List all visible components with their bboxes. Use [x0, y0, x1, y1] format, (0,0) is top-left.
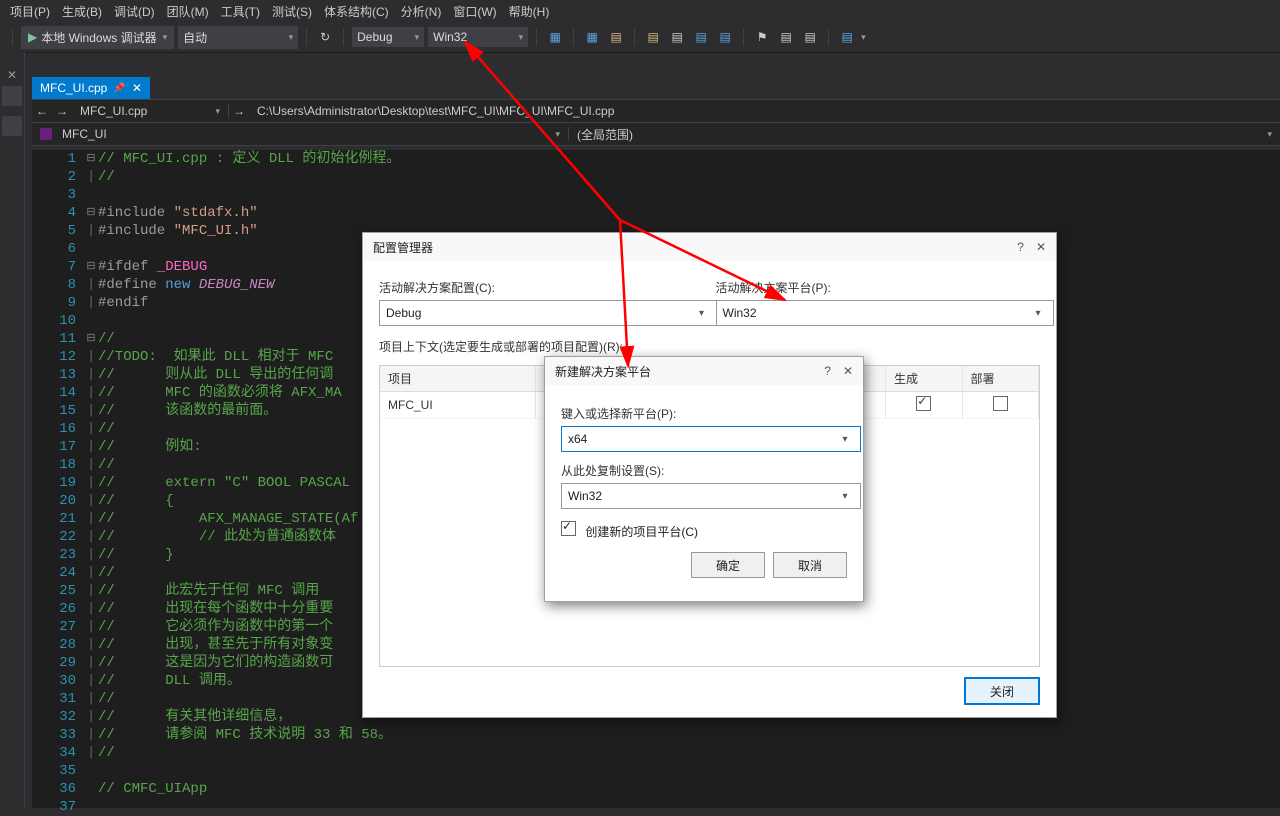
- code-line: 2│//: [32, 168, 1280, 186]
- copy-from-combo[interactable]: Win32 ▾: [561, 483, 861, 509]
- play-icon: ▶: [28, 30, 37, 44]
- active-config-combo[interactable]: Debug ▾: [379, 300, 718, 326]
- menu-item[interactable]: 体系结构(C): [318, 1, 395, 22]
- close-tab-icon[interactable]: ✕: [132, 81, 142, 95]
- tb-icon-8[interactable]: ▤: [776, 27, 796, 47]
- new-platform-label: 键入或选择新平台(P):: [561, 405, 847, 422]
- dialog-title: 新建解决方案平台: [555, 363, 651, 380]
- pin-icon[interactable]: 📌: [113, 83, 125, 94]
- start-debugger-button[interactable]: ▶ 本地 Windows 调试器 ▾: [21, 26, 174, 49]
- tb-icon-5[interactable]: ▤: [667, 27, 687, 47]
- nav-fwd-icon[interactable]: →: [52, 104, 72, 118]
- project-icon: [40, 128, 52, 140]
- refresh-icon[interactable]: ↻: [315, 27, 335, 47]
- active-platform-label: 活动解决方案平台(P):: [716, 279, 1041, 296]
- menu-item[interactable]: 测试(S): [266, 1, 318, 22]
- create-project-platform-checkbox[interactable]: [561, 521, 576, 536]
- nav-back-icon[interactable]: ←: [32, 104, 52, 118]
- menu-item[interactable]: 团队(M): [161, 1, 215, 22]
- nav-file-left[interactable]: MFC_UI.cpp ▾: [72, 104, 229, 118]
- close-panel-icon[interactable]: ✕: [0, 60, 24, 82]
- create-project-platform-label: 创建新的项目平台(C): [585, 525, 698, 539]
- menu-item[interactable]: 生成(B): [56, 1, 108, 22]
- new-platform-combo[interactable]: x64 ▾: [561, 426, 861, 452]
- close-icon[interactable]: ✕: [1036, 240, 1046, 254]
- config-combo[interactable]: Debug▾: [352, 27, 424, 47]
- left-tool-strip: ✕: [0, 52, 25, 808]
- code-line: 4⊟#include "stdafx.h": [32, 204, 1280, 222]
- code-line: 37: [32, 798, 1280, 816]
- chevron-down-icon: ▾: [836, 430, 854, 448]
- chevron-down-icon: ▾: [693, 304, 711, 322]
- menu-bar: 项目(P)生成(B)调试(D)团队(M)工具(T)测试(S)体系结构(C)分析(…: [0, 0, 1280, 22]
- dialog-title: 配置管理器: [373, 239, 433, 256]
- tb-icon-7[interactable]: ▤: [715, 27, 735, 47]
- tb-icon-4[interactable]: ▤: [643, 27, 663, 47]
- code-line: 34│//: [32, 744, 1280, 762]
- col-deploy[interactable]: 部署: [962, 366, 1039, 392]
- build-checkbox[interactable]: [916, 396, 931, 411]
- nav-scope-selector[interactable]: (全局范围) ▾: [569, 126, 1280, 143]
- tb-icon-6[interactable]: ▤: [691, 27, 711, 47]
- debugger-label: 本地 Windows 调试器: [41, 29, 156, 46]
- navigation-bars: ← → MFC_UI.cpp ▾ → C:\Users\Administrato…: [32, 99, 1280, 146]
- code-line: 3: [32, 186, 1280, 204]
- tb-icon-9[interactable]: ▤: [800, 27, 820, 47]
- close-icon[interactable]: ✕: [843, 364, 853, 378]
- document-tabbar: MFC_UI.cpp 📌 ✕: [0, 75, 1280, 99]
- menu-item[interactable]: 项目(P): [4, 1, 56, 22]
- close-button[interactable]: 关闭: [964, 677, 1040, 705]
- help-icon[interactable]: ?: [1017, 240, 1024, 254]
- active-config-label: 活动解决方案配置(C):: [379, 279, 704, 296]
- ok-button[interactable]: 确定: [691, 552, 765, 578]
- deploy-checkbox[interactable]: [993, 396, 1008, 411]
- menu-item[interactable]: 窗口(W): [447, 1, 502, 22]
- active-platform-combo[interactable]: Win32 ▾: [716, 300, 1055, 326]
- platform-combo[interactable]: Win32▾: [428, 27, 528, 47]
- nav-file-path[interactable]: C:\Users\Administrator\Desktop\test\MFC_…: [249, 104, 1280, 118]
- col-project[interactable]: 项目: [380, 366, 535, 392]
- help-icon[interactable]: ?: [824, 364, 831, 378]
- menu-item[interactable]: 分析(N): [395, 1, 448, 22]
- nav-project-selector[interactable]: MFC_UI ▾: [32, 127, 569, 141]
- tb-icon-10[interactable]: ▤: [837, 27, 857, 47]
- tb-icon-1[interactable]: ▦: [545, 27, 565, 47]
- col-build[interactable]: 生成: [886, 366, 962, 392]
- menu-item[interactable]: 工具(T): [215, 1, 266, 22]
- file-tab-mfc-ui[interactable]: MFC_UI.cpp 📌 ✕: [32, 77, 150, 99]
- code-line: 36// CMFC_UIApp: [32, 780, 1280, 798]
- toolbox-icon[interactable]: [2, 86, 22, 106]
- copy-from-label: 从此处复制设置(S):: [561, 462, 847, 479]
- startup-combo[interactable]: 自动▾: [178, 26, 298, 49]
- chevron-down-icon: ▾: [163, 32, 168, 43]
- code-line: 1⊟// MFC_UI.cpp : 定义 DLL 的初始化例程。: [32, 150, 1280, 168]
- tb-icon-2[interactable]: ▦: [582, 27, 602, 47]
- server-explorer-icon[interactable]: [2, 116, 22, 136]
- main-toolbar: ▶ 本地 Windows 调试器 ▾ 自动▾ ↻ Debug▾ Win32▾ ▦…: [0, 22, 1280, 53]
- nav-fwd2-icon[interactable]: →: [229, 104, 249, 118]
- chevron-down-icon: ▾: [836, 487, 854, 505]
- chevron-down-icon: ▾: [1029, 304, 1047, 322]
- tab-filename: MFC_UI.cpp: [40, 81, 107, 95]
- code-line: 33│// 请参阅 MFC 技术说明 33 和 58。: [32, 726, 1280, 744]
- cancel-button[interactable]: 取消: [773, 552, 847, 578]
- flag-icon[interactable]: ⚑: [752, 27, 772, 47]
- tb-icon-3[interactable]: ▤: [606, 27, 626, 47]
- dialog-titlebar: 配置管理器 ? ✕: [363, 233, 1056, 261]
- menu-item[interactable]: 调试(D): [108, 1, 161, 22]
- project-context-label: 项目上下文(选定要生成或部署的项目配置)(R):: [379, 338, 1040, 355]
- menu-item[interactable]: 帮助(H): [503, 1, 556, 22]
- code-line: 35: [32, 762, 1280, 780]
- new-platform-dialog: 新建解决方案平台 ? ✕ 键入或选择新平台(P): x64 ▾ 从此处复制设置(…: [544, 356, 864, 602]
- dialog-titlebar: 新建解决方案平台 ? ✕: [545, 357, 863, 385]
